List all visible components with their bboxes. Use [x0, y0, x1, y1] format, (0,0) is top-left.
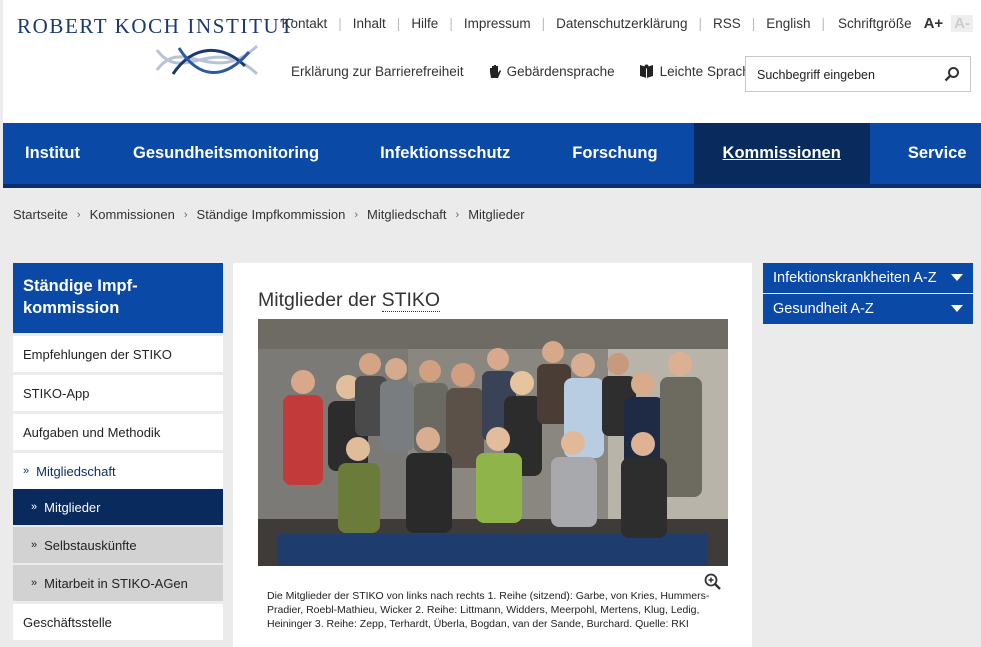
sign-language-link[interactable]: Gebärdensprache [488, 64, 615, 79]
accessibility-link[interactable]: Erklärung zur Barrierefreiheit [291, 64, 464, 79]
sidebar-subitem-mitglieder[interactable]: » Mitglieder [13, 489, 223, 525]
group-photo[interactable] [258, 319, 728, 566]
font-increase-button[interactable]: A+ [924, 15, 944, 32]
chevron-down-icon [951, 305, 963, 312]
mainnav-service[interactable]: Service [870, 123, 967, 184]
topnav-english[interactable]: English [766, 16, 810, 31]
search-box[interactable] [745, 56, 971, 92]
main-navigation: Institut Gesundheitsmonitoring Infektion… [3, 123, 981, 188]
secondary-navigation: Erklärung zur Barrierefreiheit Gebärdens… [291, 64, 781, 79]
breadcrumb-current: Mitglieder [468, 207, 525, 222]
topnav-kontakt[interactable]: Kontakt [281, 16, 327, 31]
sidebar-subitem-selbstauskuenfte[interactable]: » Selbstauskünfte [13, 527, 223, 563]
chevron-right-icon: » [31, 501, 38, 513]
search-icon[interactable] [944, 66, 960, 82]
book-icon [639, 64, 653, 78]
main-content: Mitglieder der STIKO Die Mitglieder der … [233, 263, 752, 647]
mainnav-institut[interactable]: Institut [3, 123, 102, 184]
font-decrease-button[interactable]: A- [951, 15, 973, 32]
chevron-right-icon: › [354, 208, 359, 221]
chevron-right-icon: » [31, 577, 38, 589]
gesundheit-az-button[interactable]: Gesundheit A-Z [763, 294, 973, 324]
page-title: Mitglieder der STIKO [258, 289, 441, 312]
sidebar-item-empfehlungen[interactable]: Empfehlungen der STIKO [13, 336, 223, 372]
chevron-right-icon: › [76, 208, 81, 221]
search-input[interactable] [755, 67, 939, 83]
chevron-right-icon: » [31, 539, 38, 551]
breadcrumb: Startseite › Kommissionen › Ständige Impfk… [13, 207, 525, 222]
easy-language-link[interactable]: Leichte Sprache [639, 64, 757, 79]
mainnav-kommissionen[interactable]: Kommissionen [693, 123, 870, 184]
mainnav-gesundheitsmonitoring[interactable]: Gesundheitsmonitoring [102, 123, 349, 184]
mainnav-infektionsschutz[interactable]: Infektionsschutz [349, 123, 541, 184]
sidebar-item-aufgaben[interactable]: Aufgaben und Methodik [13, 414, 223, 450]
chevron-down-icon: » [23, 465, 30, 477]
top-navigation: Kontakt | Inhalt | Hilfe | Impressum | Daten… [281, 15, 973, 32]
sidebar-item-stiko-app[interactable]: STIKO-App [13, 375, 223, 411]
sidebar-item-geschaeftsstelle[interactable]: Geschäftsstelle [13, 604, 223, 640]
topnav-hilfe[interactable]: Hilfe [411, 16, 438, 31]
sidebar-title[interactable]: Ständige Impf-kommission [13, 263, 223, 333]
left-sidebar: Ständige Impf-kommission Empfehlungen de… [13, 263, 223, 640]
chevron-right-icon: › [183, 208, 188, 221]
photo-caption: Die Mitglieder der STIKO von links nach … [267, 590, 710, 630]
mainnav-forschung[interactable]: Forschung [541, 123, 693, 184]
rki-logo-mark-icon [155, 44, 259, 76]
topnav-inhalt[interactable]: Inhalt [353, 16, 386, 31]
sidebar-item-mitgliedschaft[interactable]: » Mitgliedschaft [13, 453, 223, 489]
breadcrumb-item[interactable]: Startseite [13, 207, 68, 222]
topnav-impressum[interactable]: Impressum [464, 16, 531, 31]
right-sidebar: Infektionskrankheiten A-Z Gesundheit A-Z [763, 263, 973, 325]
topnav-rss[interactable]: RSS [713, 16, 741, 31]
rki-logo-text[interactable]: ROBERT KOCH INSTITUT [17, 14, 295, 39]
infektionskrankheiten-az-button[interactable]: Infektionskrankheiten A-Z [763, 263, 973, 293]
stiko-abbreviation[interactable]: STIKO [381, 289, 441, 312]
sidebar-subitem-mitarbeit[interactable]: » Mitarbeit in STIKO-AGen [13, 565, 223, 601]
zoom-in-icon[interactable] [704, 573, 722, 591]
chevron-down-icon [951, 274, 963, 281]
breadcrumb-item[interactable]: Kommissionen [90, 207, 175, 222]
topnav-datenschutz[interactable]: Datenschutzerklärung [556, 16, 687, 31]
header: ROBERT KOCH INSTITUT Kontakt | Inhalt | Hi… [3, 0, 981, 123]
chevron-right-icon: › [455, 208, 460, 221]
breadcrumb-item[interactable]: Mitgliedschaft [367, 207, 446, 222]
hand-icon [489, 65, 501, 78]
breadcrumb-item[interactable]: Ständige Impfkommission [197, 207, 346, 222]
font-size-label: Schriftgröße [838, 16, 912, 31]
